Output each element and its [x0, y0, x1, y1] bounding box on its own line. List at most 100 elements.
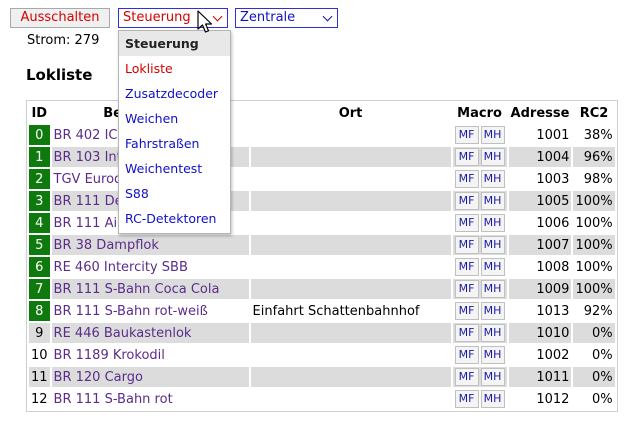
loco-ort [251, 213, 451, 233]
macro-mh-button[interactable]: MH [480, 170, 505, 188]
loco-name-link[interactable]: BR 111 S-Bahn rot [52, 389, 249, 409]
macro-mf-button[interactable]: MF [454, 214, 479, 232]
table-header-row: ID Bezeichnung Ort Macro Adresse RC2 [29, 103, 615, 123]
loco-name-link[interactable]: BR 111 S-Bahn Coca Cola [51, 279, 249, 299]
loco-id: 10 [31, 347, 48, 363]
macro-mf-button[interactable]: MF [454, 302, 479, 320]
loco-id: 6 [29, 257, 50, 277]
macro-cell: MF MH [453, 125, 507, 145]
loco-adresse: 1012 [536, 391, 570, 407]
loco-adresse: 1003 [536, 171, 570, 187]
loco-adresse: 1009 [508, 279, 572, 299]
column-header-adresse: Adresse [508, 103, 572, 123]
loco-id: 0 [29, 125, 50, 145]
macro-mh-button[interactable]: MH [480, 390, 505, 408]
loco-adresse: 1011 [508, 367, 572, 387]
loco-adresse: 1013 [536, 303, 570, 319]
loco-ort [251, 389, 451, 409]
loco-rc2: 0% [573, 323, 615, 343]
macro-mf-button[interactable]: MF [454, 390, 479, 408]
table-row[interactable]: 6 RE 460 Intercity SBB MF MH 1008 100% [29, 257, 615, 277]
macro-mf-button[interactable]: MF [454, 258, 479, 276]
macro-cell: MF MH [452, 147, 507, 167]
table-row[interactable]: 9 RE 446 Baukastenlok MF MH 1010 0% [29, 323, 615, 343]
loco-rc2: 38% [583, 127, 613, 143]
loco-name-link[interactable]: BR 111 S-Bahn rot-weiß [52, 301, 249, 321]
macro-mf-button[interactable]: MF [454, 236, 479, 254]
table-row[interactable]: 12 BR 111 S-Bahn rot MF MH 1012 0% [29, 389, 615, 409]
macro-mf-button[interactable]: MF [454, 192, 479, 210]
macro-cell: MF MH [453, 301, 507, 321]
power-off-button[interactable]: Ausschalten [10, 8, 110, 28]
macro-mh-button[interactable]: MH [480, 258, 505, 276]
macro-mf-button[interactable]: MF [454, 280, 479, 298]
macro-mh-button[interactable]: MH [480, 346, 505, 364]
loco-adresse: 1002 [536, 347, 570, 363]
macro-mh-button[interactable]: MH [480, 302, 505, 320]
macro-mf-button[interactable]: MF [454, 346, 479, 364]
menu-item-weichen[interactable]: Weichen [119, 106, 230, 131]
loco-rc2: 100% [573, 279, 615, 299]
table-row[interactable]: 1 BR 103 Intercity MF MH 1004 96% [29, 147, 615, 167]
macro-mf-button[interactable]: MF [454, 148, 479, 166]
macro-mf-button[interactable]: MF [454, 324, 479, 342]
menu-item-lokliste[interactable]: Lokliste [119, 56, 230, 81]
table-row[interactable]: 7 BR 111 S-Bahn Coca Cola MF MH 1009 100% [29, 279, 615, 299]
loco-name-link[interactable]: RE 446 Baukastenlok [51, 323, 249, 343]
loco-rc2: 0% [591, 347, 613, 363]
table-row[interactable]: 2 TGV Euroduplex MF MH 1003 98% [29, 169, 615, 189]
macro-mf-button[interactable]: MF [454, 126, 479, 144]
loco-ort [250, 279, 451, 299]
macro-mh-button[interactable]: MH [480, 236, 505, 254]
menu-select-value: Steuerung [123, 10, 191, 25]
table-row[interactable]: 0 BR 402 ICE MF MH 1001 38% [29, 125, 615, 145]
menu-item-fahrstrassen[interactable]: Fahrstraßen [119, 131, 230, 156]
table-row[interactable]: 8 BR 111 S-Bahn rot-weiß Einfahrt Schatten… [29, 301, 615, 321]
macro-mh-button[interactable]: MH [480, 324, 505, 342]
zentrale-select[interactable]: Zentrale [235, 8, 338, 28]
table-row[interactable]: 3 BR 111 Desiro MF MH 1005 100% [29, 191, 615, 211]
menu-item-rc-detektoren[interactable]: RC-Detektoren [119, 206, 230, 231]
loco-ort [251, 125, 451, 145]
macro-cell: MF MH [453, 345, 507, 365]
table-row[interactable]: 11 BR 120 Cargo MF MH 1011 0% [29, 367, 615, 387]
loco-adresse: 1007 [508, 235, 572, 255]
macro-cell: MF MH [453, 257, 507, 277]
loco-adresse: 1010 [508, 323, 572, 343]
loco-name-link[interactable]: RE 460 Intercity SBB [52, 257, 249, 277]
loco-id: 9 [29, 323, 50, 343]
macro-cell: MF MH [452, 191, 507, 211]
macro-mh-button[interactable]: MH [480, 126, 505, 144]
loco-id: 12 [31, 391, 48, 407]
lok-table: ID Bezeichnung Ort Macro Adresse RC2 0 BR… [26, 100, 618, 412]
table-row[interactable]: 4BR 111 Airport ExpressMFMH1006100% [29, 213, 615, 233]
loco-id: 8 [29, 301, 50, 321]
loco-id: 5 [29, 235, 50, 255]
chevron-down-icon [322, 11, 333, 22]
loco-rc2: 0% [591, 391, 613, 407]
loco-adresse: 1006 [536, 215, 570, 231]
menu-item-zusatzdecoder[interactable]: Zusatzdecoder [119, 81, 230, 106]
loco-adresse: 1008 [536, 259, 570, 275]
macro-mh-button[interactable]: MH [480, 148, 505, 166]
table-row[interactable]: 10 BR 1189 Krokodil MF MH 1002 0% [29, 345, 615, 365]
macro-cell: MF MH [453, 169, 507, 189]
menu-item-s88[interactable]: S88 [119, 181, 230, 206]
table-row[interactable]: 5 BR 38 Dampflok MF MH 1007 100% [29, 235, 615, 255]
loco-rc2: 100% [573, 235, 615, 255]
macro-mf-button[interactable]: MF [454, 170, 479, 188]
page-title: Lokliste [26, 66, 93, 84]
mouse-pointer-icon [197, 10, 213, 33]
macro-mh-button[interactable]: MH [480, 214, 505, 232]
macro-mf-button[interactable]: MF [454, 368, 479, 386]
menu-item-weichentest[interactable]: Weichentest [119, 156, 230, 181]
loco-name-link[interactable]: BR 1189 Krokodil [52, 345, 249, 365]
loco-adresse: 1005 [508, 191, 572, 211]
macro-mh-button[interactable]: MH [480, 368, 505, 386]
macro-cell: MF MH [453, 389, 507, 409]
loco-name-link[interactable]: BR 38 Dampflok [51, 235, 249, 255]
macro-cell: MF MH [452, 279, 507, 299]
macro-mh-button[interactable]: MH [480, 280, 505, 298]
macro-mh-button[interactable]: MH [480, 192, 505, 210]
loco-name-link[interactable]: BR 120 Cargo [51, 367, 249, 387]
